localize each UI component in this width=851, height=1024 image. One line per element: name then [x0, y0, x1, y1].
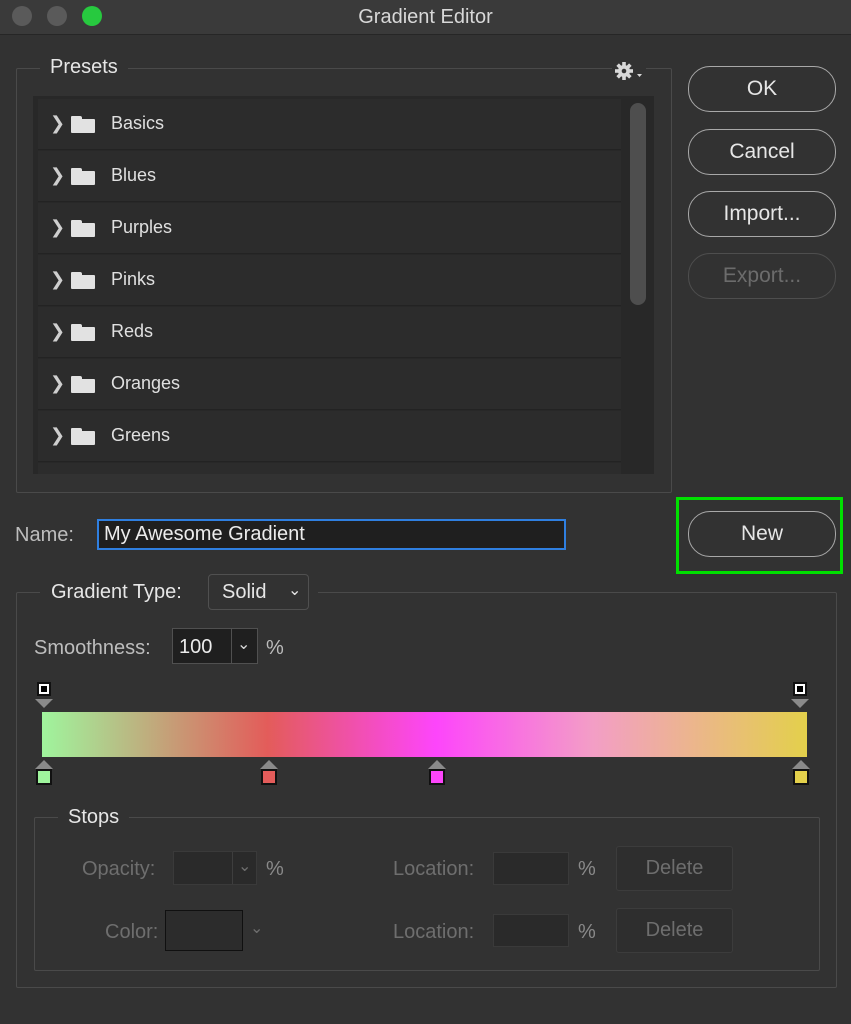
- folder-icon: [71, 272, 95, 289]
- preset-folder-label: Basics: [111, 113, 165, 133]
- preset-folder-greens[interactable]: ❯ Greens: [38, 411, 621, 462]
- smoothness-unit: %: [266, 637, 284, 659]
- window-title: Gradient Editor: [358, 6, 493, 28]
- preset-folder-purples[interactable]: ❯ Purples: [38, 203, 621, 254]
- preset-folder-label: Blues: [111, 165, 157, 185]
- ok-button[interactable]: OK: [688, 66, 836, 112]
- preset-folder-blues[interactable]: ❯ Blues: [38, 151, 621, 202]
- name-label: Name:: [15, 524, 74, 546]
- color-location-unit: %: [578, 921, 596, 943]
- preset-list-scrollbar[interactable]: [630, 103, 646, 305]
- opacity-stop-left[interactable]: [37, 682, 51, 696]
- gradient-type-value: Solid: [222, 581, 267, 603]
- opacity-location-unit: %: [578, 858, 596, 880]
- delete-opacity-stop-button[interactable]: Delete: [616, 846, 733, 891]
- preset-folder-label: Pinks: [111, 269, 156, 289]
- opacity-stop-left-pointer: [35, 699, 53, 708]
- chevron-down-icon[interactable]: ⌄: [250, 918, 263, 938]
- presets-label: Presets: [40, 56, 128, 79]
- chevron-right-icon[interactable]: ❯: [50, 321, 65, 342]
- folder-icon: [71, 428, 95, 445]
- preset-folder-label: Reds: [111, 321, 154, 341]
- color-stop-2[interactable]: [261, 769, 277, 785]
- preset-folder-label: Greens: [111, 425, 171, 445]
- smoothness-value: 100: [179, 636, 213, 658]
- gradient-type-select[interactable]: Solid ⌄: [208, 574, 309, 610]
- chevron-right-icon[interactable]: ❯: [50, 217, 65, 238]
- preset-folder-label: Purples: [111, 217, 173, 237]
- smoothness-field[interactable]: 100 ⌄: [172, 628, 258, 664]
- folder-icon: [71, 220, 95, 237]
- export-button[interactable]: Export...: [688, 253, 836, 299]
- presets-settings-button[interactable]: [612, 59, 646, 85]
- color-swatch[interactable]: [165, 910, 243, 951]
- chevron-right-icon[interactable]: ❯: [50, 269, 65, 290]
- import-button[interactable]: Import...: [688, 191, 836, 237]
- chevron-down-icon[interactable]: ⌄: [237, 634, 250, 654]
- opacity-stop-right-pointer: [791, 699, 809, 708]
- color-location-label: Location:: [393, 921, 475, 943]
- chevron-right-icon[interactable]: ❯: [50, 373, 65, 394]
- gear-icon: [615, 62, 642, 80]
- preset-folder-partial[interactable]: [38, 463, 621, 474]
- cancel-button[interactable]: Cancel: [688, 129, 836, 175]
- color-stop-1[interactable]: [36, 769, 52, 785]
- preset-folder-reds[interactable]: ❯ Reds: [38, 307, 621, 358]
- preset-list[interactable]: ❯ Basics ❯ Blues ❯ Purples ❯ Pinks ❯ Red…: [33, 96, 654, 474]
- opacity-location-label: Location:: [393, 858, 475, 880]
- folder-icon: [71, 376, 95, 393]
- preset-folder-label: Oranges: [111, 373, 181, 393]
- stops-label: Stops: [58, 806, 130, 829]
- chevron-right-icon[interactable]: ❯: [50, 165, 65, 186]
- color-stop-3-pointer: [428, 760, 446, 769]
- chevron-down-icon: ⌄: [288, 582, 302, 599]
- opacity-stop-right[interactable]: [793, 682, 807, 696]
- color-stop-1-pointer: [35, 760, 53, 769]
- opacity-field[interactable]: ⌄: [173, 851, 257, 885]
- color-stop-2-pointer: [260, 760, 278, 769]
- folder-icon: [71, 116, 95, 133]
- opacity-location-field[interactable]: [493, 852, 569, 885]
- chevron-right-icon[interactable]: ❯: [50, 425, 65, 446]
- color-label: Color:: [105, 921, 159, 943]
- gradient-type-label: Gradient Type:: [51, 581, 182, 603]
- color-location-field[interactable]: [493, 914, 569, 947]
- smoothness-label: Smoothness:: [34, 637, 151, 659]
- gradient-preview-bar[interactable]: [42, 712, 807, 757]
- chevron-right-icon[interactable]: ❯: [50, 113, 65, 134]
- preset-folder-basics[interactable]: ❯ Basics: [38, 99, 621, 150]
- folder-icon: [71, 324, 95, 341]
- opacity-label: Opacity:: [82, 858, 156, 880]
- gradient-name-input[interactable]: [97, 519, 566, 550]
- folder-icon: [71, 168, 95, 185]
- color-stop-4[interactable]: [793, 769, 809, 785]
- new-button[interactable]: New: [688, 511, 836, 557]
- preset-folder-pinks[interactable]: ❯ Pinks: [38, 255, 621, 306]
- preset-folder-oranges[interactable]: ❯ Oranges: [38, 359, 621, 410]
- color-stop-4-pointer: [792, 760, 810, 769]
- delete-color-stop-button[interactable]: Delete: [616, 908, 733, 953]
- chevron-down-icon[interactable]: ⌄: [238, 856, 251, 876]
- color-stop-3[interactable]: [429, 769, 445, 785]
- opacity-unit: %: [266, 858, 284, 880]
